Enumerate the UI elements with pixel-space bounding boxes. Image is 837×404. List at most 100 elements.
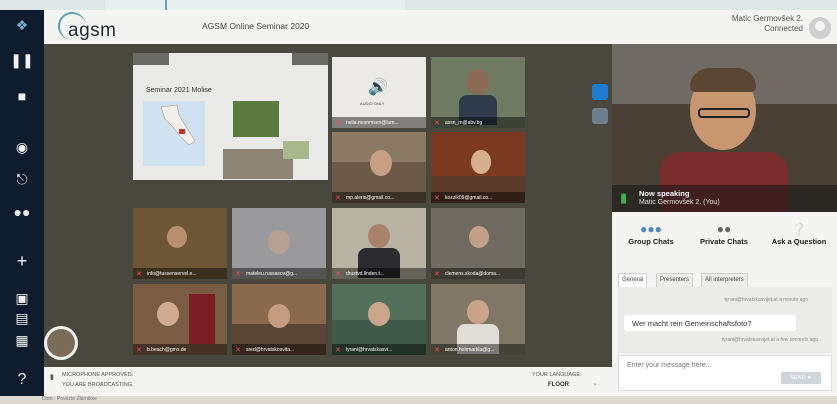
participant-tile[interactable]: ✕ b.beach@gmx.de: [133, 284, 227, 355]
muted-mic-icon: ✕: [335, 347, 341, 354]
slide-photo-town2: [283, 141, 309, 159]
now-speaking-label: Now speaking: [639, 189, 690, 198]
speaker-icon: 🔊: [368, 79, 388, 96]
send-button[interactable]: SEND ➤: [781, 372, 821, 384]
stop-icon[interactable]: ■: [10, 86, 34, 106]
participant-name: nelia.mommsen@lum...: [346, 120, 399, 126]
connection-status: Connected: [764, 24, 803, 33]
tile-label: ✕ lyrani@hrvatskasvi...: [332, 344, 426, 355]
tile-label: ✕ drustvd.linden.t...: [332, 268, 426, 279]
language-label: YOUR LANGUAGE:: [532, 372, 582, 378]
seminar-title: AGSM Online Seminar 2020: [202, 21, 310, 31]
page-band: [0, 0, 837, 10]
video-stage: Seminar 2021 Molise 🔊 AUDIO ONLY ✕ nelia.…: [44, 44, 612, 367]
person-icon: [467, 69, 489, 95]
italy-map-icon: [143, 101, 205, 166]
tab-all-interpreters[interactable]: All interpreters: [701, 273, 748, 287]
tile-label: ✕ nelia.mommsen@lum...: [332, 117, 426, 128]
participant-name: clemens.skoda@doma...: [445, 271, 501, 277]
taskbar-strip: Dom · Povezte Zbirnikke: [0, 396, 837, 404]
tab-presenters[interactable]: Presenters: [656, 273, 694, 287]
mic-status: MICROPHONE APPROVED.: [62, 372, 134, 378]
people-icon[interactable]: ●●: [10, 202, 34, 222]
glasses-icon: [698, 108, 750, 118]
participant-tile[interactable]: ✕ assn_m@abv.bg: [431, 57, 525, 128]
speaker-video: ▮ Now speaking Matic Germovšek 2. (You): [612, 44, 837, 212]
taskbar-text: Dom · Povezte Zbirnikke: [42, 396, 97, 402]
page-band-marker: [165, 0, 167, 10]
participant-name: sred@hrvatskosvita...: [246, 347, 295, 353]
participant-name: mateleu.russasov@g...: [246, 271, 298, 277]
tile-label: ✕ mp.aleris@gmail.co...: [332, 192, 426, 203]
person-icon: [268, 230, 290, 254]
help-icon[interactable]: ?: [10, 370, 34, 390]
panel-toggle-icon[interactable]: [592, 108, 608, 124]
participant-tile[interactable]: ✕ anton.hohmarkla@g...: [431, 284, 525, 355]
user-name: Matic Germovšek 2.: [731, 14, 803, 23]
logo-text: agsm: [68, 20, 117, 41]
right-panel: ▮ Now speaking Matic Germovšek 2. (You) …: [612, 44, 837, 396]
person-icon: [157, 302, 179, 326]
participant-tile-audio[interactable]: 🔊 AUDIO ONLY ✕ nelia.mommsen@lum...: [332, 57, 426, 128]
participant-name: info@tussenservel.e...: [147, 271, 197, 277]
participant-tile[interactable]: ✕ mateleu.russasov@g...: [232, 208, 326, 279]
grid-icon[interactable]: ▦: [10, 330, 34, 350]
tab-general[interactable]: General: [618, 273, 648, 287]
presentation-slide[interactable]: Seminar 2021 Molise: [133, 53, 328, 180]
headset-icon[interactable]: ⎋: [10, 169, 34, 189]
pause-icon[interactable]: ❚❚: [10, 50, 34, 70]
chat-message: Wer macht rein Gemeinschaftsfoto?: [624, 315, 796, 331]
participant-tile[interactable]: ✕ mp.aleris@gmail.co...: [332, 132, 426, 203]
participant-tile[interactable]: ✕ clemens.skoda@doma...: [431, 208, 525, 279]
self-view-thumbnail[interactable]: [44, 326, 78, 360]
layout-icon[interactable]: ▤: [10, 308, 34, 328]
participant-name: assn_m@abv.bg: [445, 120, 483, 126]
participant-name: mp.aleris@gmail.co...: [346, 195, 395, 201]
muted-mic-icon: ✕: [235, 271, 241, 278]
message-meta: tyrani@hrvatskasvijet.at a minute ago: [724, 297, 808, 303]
participant-name: drustvd.linden.t...: [346, 271, 385, 277]
person-icon: [268, 304, 290, 328]
tab-ask-question[interactable]: ❔ Ask a Question: [762, 222, 836, 246]
participant-tile[interactable]: ✕ kozzik09@gmail.co...: [431, 132, 525, 203]
chat-toggle-icon[interactable]: [592, 84, 608, 100]
participant-name: kozzik09@gmail.co...: [445, 195, 493, 201]
participant-tile[interactable]: ✕ lyrani@hrvatskasvi...: [332, 284, 426, 355]
participant-tile[interactable]: ✕ sred@hrvatskosvita...: [232, 284, 326, 355]
user-avatar[interactable]: [809, 17, 831, 39]
tile-label: ✕ anton.hohmarkla@g...: [431, 344, 525, 355]
muted-mic-icon: ✕: [434, 195, 440, 202]
tab-group-chats[interactable]: ●●● Group Chats: [614, 222, 688, 246]
person-hair: [690, 68, 756, 92]
tile-label: ✕ kozzik09@gmail.co...: [431, 192, 525, 203]
muted-mic-icon: ✕: [434, 347, 440, 354]
left-toolbar: ❖ ❚❚ ■ ◉ ⎋ ●● + ▣ ▤ ▦ ?: [0, 10, 44, 396]
tile-label: ✕ info@tussenservel.e...: [133, 268, 227, 279]
screen-icon[interactable]: ▣: [10, 288, 34, 308]
chat-message-input[interactable]: [625, 361, 779, 370]
muted-mic-icon: ✕: [235, 347, 241, 354]
logo-icon[interactable]: ❖: [10, 15, 34, 35]
speaker-icon[interactable]: ◉: [10, 137, 34, 157]
microphone-icon: ▮: [50, 374, 54, 381]
chevron-down-icon[interactable]: ⌄: [592, 379, 598, 387]
muted-mic-icon: ✕: [335, 271, 341, 278]
private-chats-icon: ●●: [716, 222, 732, 236]
tab-private-chats[interactable]: ●● Private Chats: [687, 222, 761, 246]
person-icon: [467, 300, 489, 324]
slide-corner: [292, 53, 328, 65]
participant-name: anton.hohmarkla@g...: [445, 347, 495, 353]
plus-icon[interactable]: +: [10, 251, 34, 271]
muted-mic-icon: ✕: [434, 120, 440, 127]
participant-tile[interactable]: ✕ drustvd.linden.t...: [332, 208, 426, 279]
person-icon: [368, 302, 390, 326]
microphone-icon: ▮: [620, 190, 628, 205]
person-icon: [469, 226, 489, 248]
tile-label: ✕ sred@hrvatskosvita...: [232, 344, 326, 355]
participant-tile[interactable]: ✕ info@tussenservel.e...: [133, 208, 227, 279]
chat-input-box: SEND ➤: [618, 355, 832, 391]
send-label: SEND: [790, 375, 806, 381]
language-select[interactable]: FLOOR: [548, 382, 569, 388]
broadcast-status: YOU ARE BROADCASTING.: [62, 382, 134, 388]
muted-mic-icon: ✕: [136, 347, 142, 354]
